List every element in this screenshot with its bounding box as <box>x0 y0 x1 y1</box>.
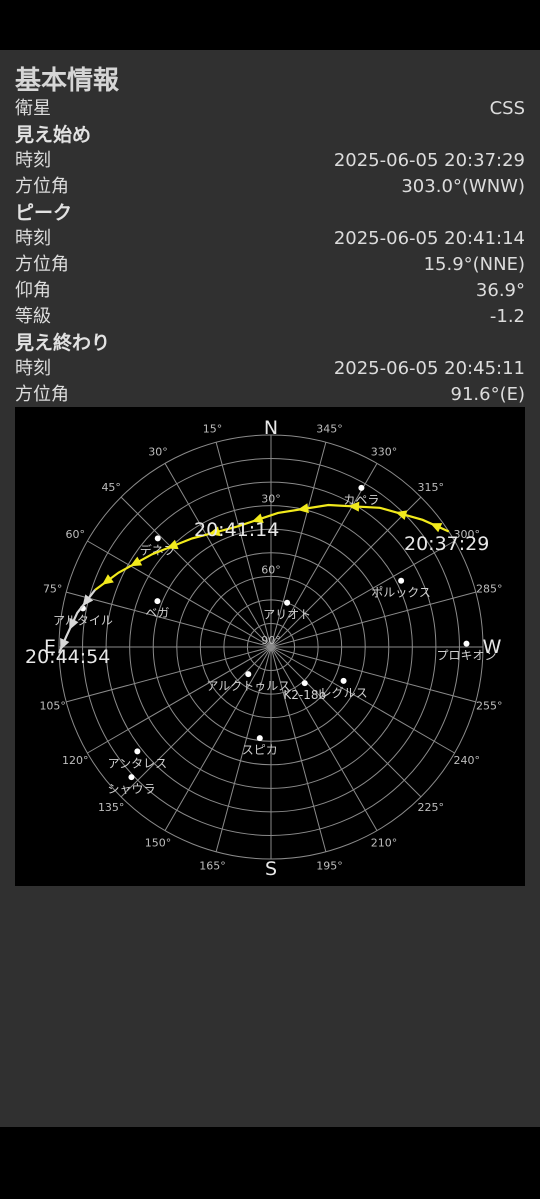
azimuth-label: 30° <box>148 445 168 458</box>
start-azimuth-label: 方位角 <box>15 176 69 197</box>
peak-elevation-row: 仰角 36.9° <box>15 278 525 304</box>
star-marker <box>340 677 347 684</box>
peak-magnitude-row: 等級 -1.2 <box>15 304 525 330</box>
star-label: カペラ <box>343 493 379 507</box>
azimuth-spoke <box>270 646 327 852</box>
star-label: レグルス <box>320 686 368 700</box>
star-label: スピカ <box>242 743 278 757</box>
pass-start-time: 20:37:29 <box>404 533 489 555</box>
compass-south: S <box>265 858 277 880</box>
start-time-value: 2025-06-05 20:37:29 <box>333 150 525 171</box>
peak-magnitude-value: -1.2 <box>489 306 525 327</box>
star-marker <box>256 735 263 742</box>
peak-time-label: 時刻 <box>15 228 51 249</box>
end-time-row: 時刻 2025-06-05 20:45:11 <box>15 356 525 382</box>
satellite-label: 衛星 <box>15 98 51 119</box>
star-marker <box>245 671 252 678</box>
azimuth-spoke <box>270 496 422 648</box>
satellite-value: CSS <box>489 98 525 119</box>
azimuth-label: 135° <box>98 801 125 814</box>
satellite-pass-detail: 基本情報 衛星 CSS 見え始め 時刻 2025-06-05 20:37:29 … <box>0 50 540 1127</box>
peak-heading: ピーク <box>15 202 73 224</box>
star-marker <box>154 535 161 542</box>
navigation-bar <box>0 1127 540 1199</box>
azimuth-label: 210° <box>371 837 398 850</box>
direction-arrow <box>395 510 408 520</box>
star-label: アンタレス <box>108 756 168 770</box>
peak-elevation-label: 仰角 <box>15 280 51 301</box>
sky-chart: 15° 30° 45° 60° 75° 105° 120° 135° 150° 165° 195° 2… <box>15 407 525 886</box>
azimuth-label: 195° <box>316 859 343 872</box>
elevation-label: 90° <box>261 634 281 647</box>
peak-azimuth-row: 方位角 15.9°(NNE) <box>15 252 525 278</box>
start-time-row: 時刻 2025-06-05 20:37:29 <box>15 148 525 174</box>
star-marker <box>134 748 141 755</box>
star-marker <box>463 640 470 647</box>
azimuth-spoke <box>120 646 272 798</box>
pass-peak-time: 20:41:14 <box>194 519 279 541</box>
sky-chart-svg: 15° 30° 45° 60° 75° 105° 120° 135° 150° 165° 195° 2… <box>25 417 503 880</box>
star-label: シャウラ <box>107 782 155 796</box>
compass-north: N <box>264 417 278 439</box>
peak-magnitude-label: 等級 <box>15 306 51 327</box>
elevation-label: 60° <box>261 563 281 576</box>
peak-azimuth-label: 方位角 <box>15 254 69 275</box>
start-heading: 見え始め <box>15 124 92 146</box>
pass-shadow-time: 20:44:54 <box>25 646 110 668</box>
end-time-label: 時刻 <box>15 358 51 379</box>
direction-arrow <box>430 523 443 533</box>
azimuth-label: 15° <box>203 423 223 436</box>
azimuth-label: 165° <box>199 859 226 872</box>
start-time-label: 時刻 <box>15 150 51 171</box>
azimuth-label: 225° <box>418 801 445 814</box>
status-bar <box>0 0 540 50</box>
peak-elevation-value: 36.9° <box>475 280 525 301</box>
end-time-value: 2025-06-05 20:45:11 <box>333 358 525 379</box>
end-azimuth-row: 方位角 91.6°(E) <box>15 382 525 408</box>
star-marker <box>398 577 405 584</box>
star-marker <box>358 484 365 491</box>
star-marker <box>128 774 135 781</box>
azimuth-label: 105° <box>39 699 66 712</box>
azimuth-label: 75° <box>43 583 63 596</box>
azimuth-label: 330° <box>371 445 398 458</box>
end-azimuth-value: 91.6°(E) <box>450 384 526 405</box>
star-marker <box>154 598 161 605</box>
star-marker <box>301 680 308 687</box>
star-label: アルタイル <box>53 613 113 627</box>
star-label: ベガ <box>145 606 169 620</box>
azimuth-spoke <box>270 646 422 798</box>
azimuth-label: 345° <box>316 423 343 436</box>
azimuth-label: 45° <box>101 481 121 494</box>
compass-west: W <box>483 636 502 658</box>
end-azimuth-label: 方位角 <box>15 384 69 405</box>
azimuth-label: 315° <box>418 481 445 494</box>
star-marker <box>284 599 291 606</box>
azimuth-label: 285° <box>476 583 503 596</box>
page-title: 基本情報 <box>15 66 120 96</box>
peak-azimuth-value: 15.9°(NNE) <box>423 254 525 275</box>
azimuth-label: 255° <box>476 699 503 712</box>
peak-time-value: 2025-06-05 20:41:14 <box>333 228 525 249</box>
start-azimuth-row: 方位角 303.0°(WNW) <box>15 174 525 200</box>
azimuth-label: 240° <box>453 754 480 767</box>
satellite-row: 衛星 CSS <box>15 96 525 122</box>
azimuth-label: 150° <box>145 837 172 850</box>
star-label: ポルックス <box>371 586 431 600</box>
azimuth-label: 120° <box>62 754 89 767</box>
end-heading: 見え終わり <box>15 332 111 354</box>
azimuth-label: 60° <box>66 528 86 541</box>
elevation-label: 30° <box>261 493 281 506</box>
star-label: アルクトゥルス <box>206 679 290 693</box>
start-azimuth-value: 303.0°(WNW) <box>401 176 525 197</box>
star-label: アリオト <box>263 608 311 622</box>
star-label: K2-18b <box>283 688 326 702</box>
peak-time-row: 時刻 2025-06-05 20:41:14 <box>15 226 525 252</box>
